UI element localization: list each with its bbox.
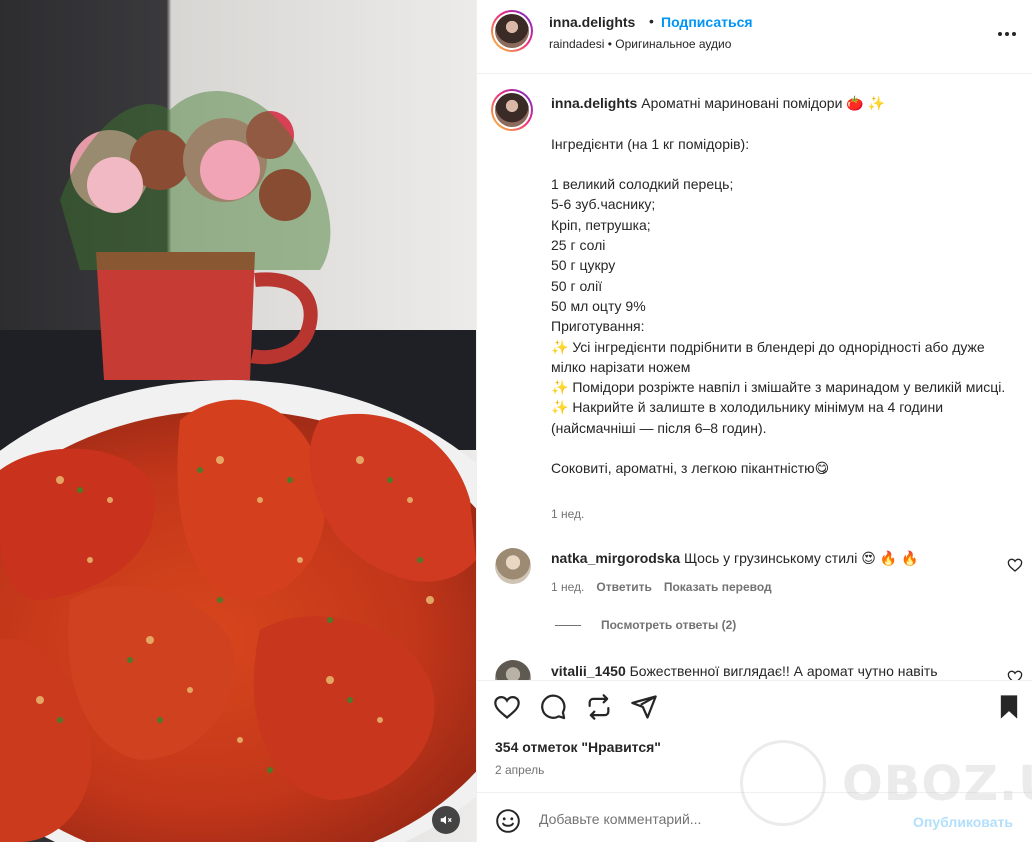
caption-text: Ароматні мариновані помідори 🍅 ✨ Інгреді… xyxy=(551,95,1006,477)
comment-text: Щось у грузинському стилі 😍 🔥 🔥 xyxy=(680,550,919,566)
audio-info[interactable]: raindadesi • Оригинальное аудио xyxy=(549,37,731,51)
post-caption: inna.delights Ароматні мариновані помідо… xyxy=(551,93,1021,479)
publish-button[interactable]: Опубликовать xyxy=(913,814,1013,830)
caption-username[interactable]: inna.delights xyxy=(551,95,637,111)
commenter-avatar[interactable] xyxy=(495,548,531,584)
post-date[interactable]: 2 апрель xyxy=(495,763,544,777)
translate-button[interactable]: Показать перевод xyxy=(664,580,772,594)
post-panel: inna.delights • Подписаться raindadesi •… xyxy=(476,0,1032,842)
post-photo xyxy=(0,0,476,842)
more-options-button[interactable] xyxy=(995,22,1019,46)
comment-icon[interactable] xyxy=(539,693,567,721)
commenter-username[interactable]: vitalii_1450 xyxy=(551,663,626,679)
commenter-avatar[interactable] xyxy=(495,660,531,680)
comment-body: natka_mirgorodska Щось у грузинському ст… xyxy=(551,550,991,567)
caption-timestamp[interactable]: 1 нед. xyxy=(551,507,584,521)
comment-composer: Опубликовать xyxy=(477,792,1032,842)
comment-heart-icon[interactable] xyxy=(1007,669,1023,680)
follow-button[interactable]: Подписаться xyxy=(661,14,753,30)
author-username[interactable]: inna.delights xyxy=(549,14,635,30)
like-count[interactable]: 354 отметок "Нравится" xyxy=(495,739,661,755)
post-header: inna.delights • Подписаться raindadesi •… xyxy=(477,0,1032,74)
mute-button[interactable] xyxy=(432,806,460,834)
comment-body: vitalii_1450 Божественної виглядає!! А а… xyxy=(551,663,991,679)
commenter-username[interactable]: natka_mirgorodska xyxy=(551,550,680,566)
comment-heart-icon[interactable] xyxy=(1007,557,1023,573)
post-actions: 354 отметок "Нравится" 2 апрель xyxy=(477,680,1032,792)
reel-media[interactable] xyxy=(0,0,476,842)
comment-meta: 1 нед. Ответить Показать перевод xyxy=(551,580,772,594)
more-icon xyxy=(998,32,1016,36)
like-heart-icon[interactable] xyxy=(493,693,521,721)
separator-dot: • xyxy=(649,13,654,29)
caption-author-avatar[interactable] xyxy=(491,89,533,131)
view-replies-label: Посмотреть ответы (2) xyxy=(601,618,737,632)
comment-text: Божественної виглядає!! А аромат чутно н… xyxy=(625,663,938,679)
comment-input[interactable] xyxy=(539,807,899,831)
share-icon[interactable] xyxy=(630,693,658,721)
comment-timestamp[interactable]: 1 нед. xyxy=(551,580,584,594)
emoji-icon[interactable] xyxy=(495,808,521,834)
author-avatar[interactable] xyxy=(491,10,533,52)
bookmark-saved-icon[interactable] xyxy=(995,693,1023,721)
replies-divider xyxy=(555,624,581,626)
reply-button[interactable]: Ответить xyxy=(596,580,651,594)
comments-scroll-area[interactable]: inna.delights Ароматні мариновані помідо… xyxy=(477,75,1032,680)
repost-icon[interactable] xyxy=(585,693,613,721)
speaker-muted-icon xyxy=(440,815,452,825)
view-replies-button[interactable]: Посмотреть ответы (2) xyxy=(555,618,736,632)
